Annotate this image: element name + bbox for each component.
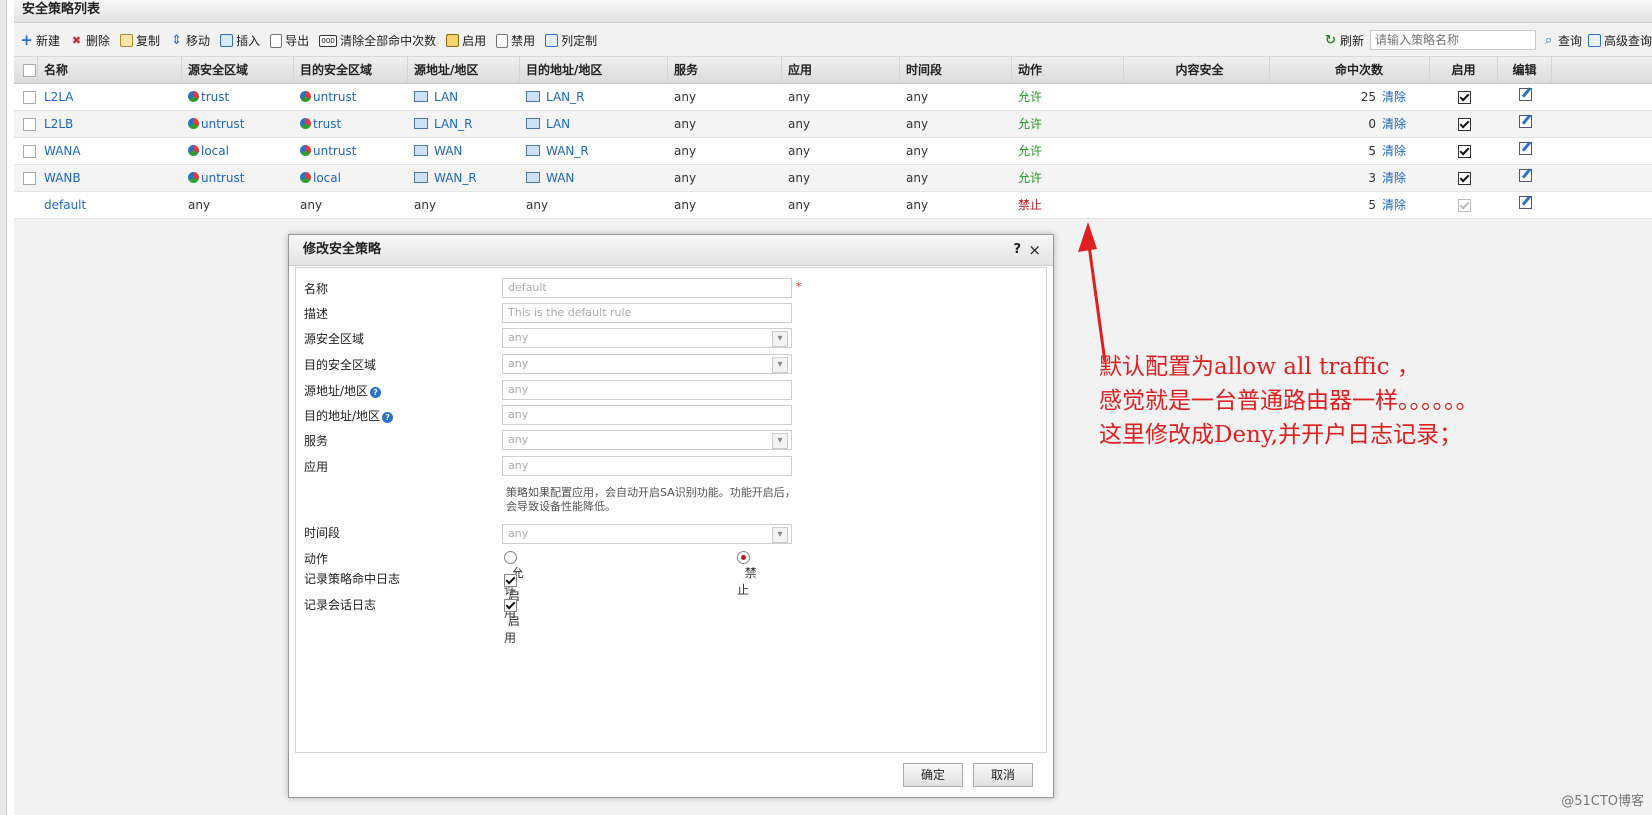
annotation-text: 默认配置为allow all traffic ， 感觉就是一台普通路由器一样。。… (1099, 354, 1479, 448)
arrow-shaft (1086, 237, 1107, 363)
watermark: @51CTO博客 (1561, 794, 1644, 809)
arrow-head (1078, 222, 1097, 252)
